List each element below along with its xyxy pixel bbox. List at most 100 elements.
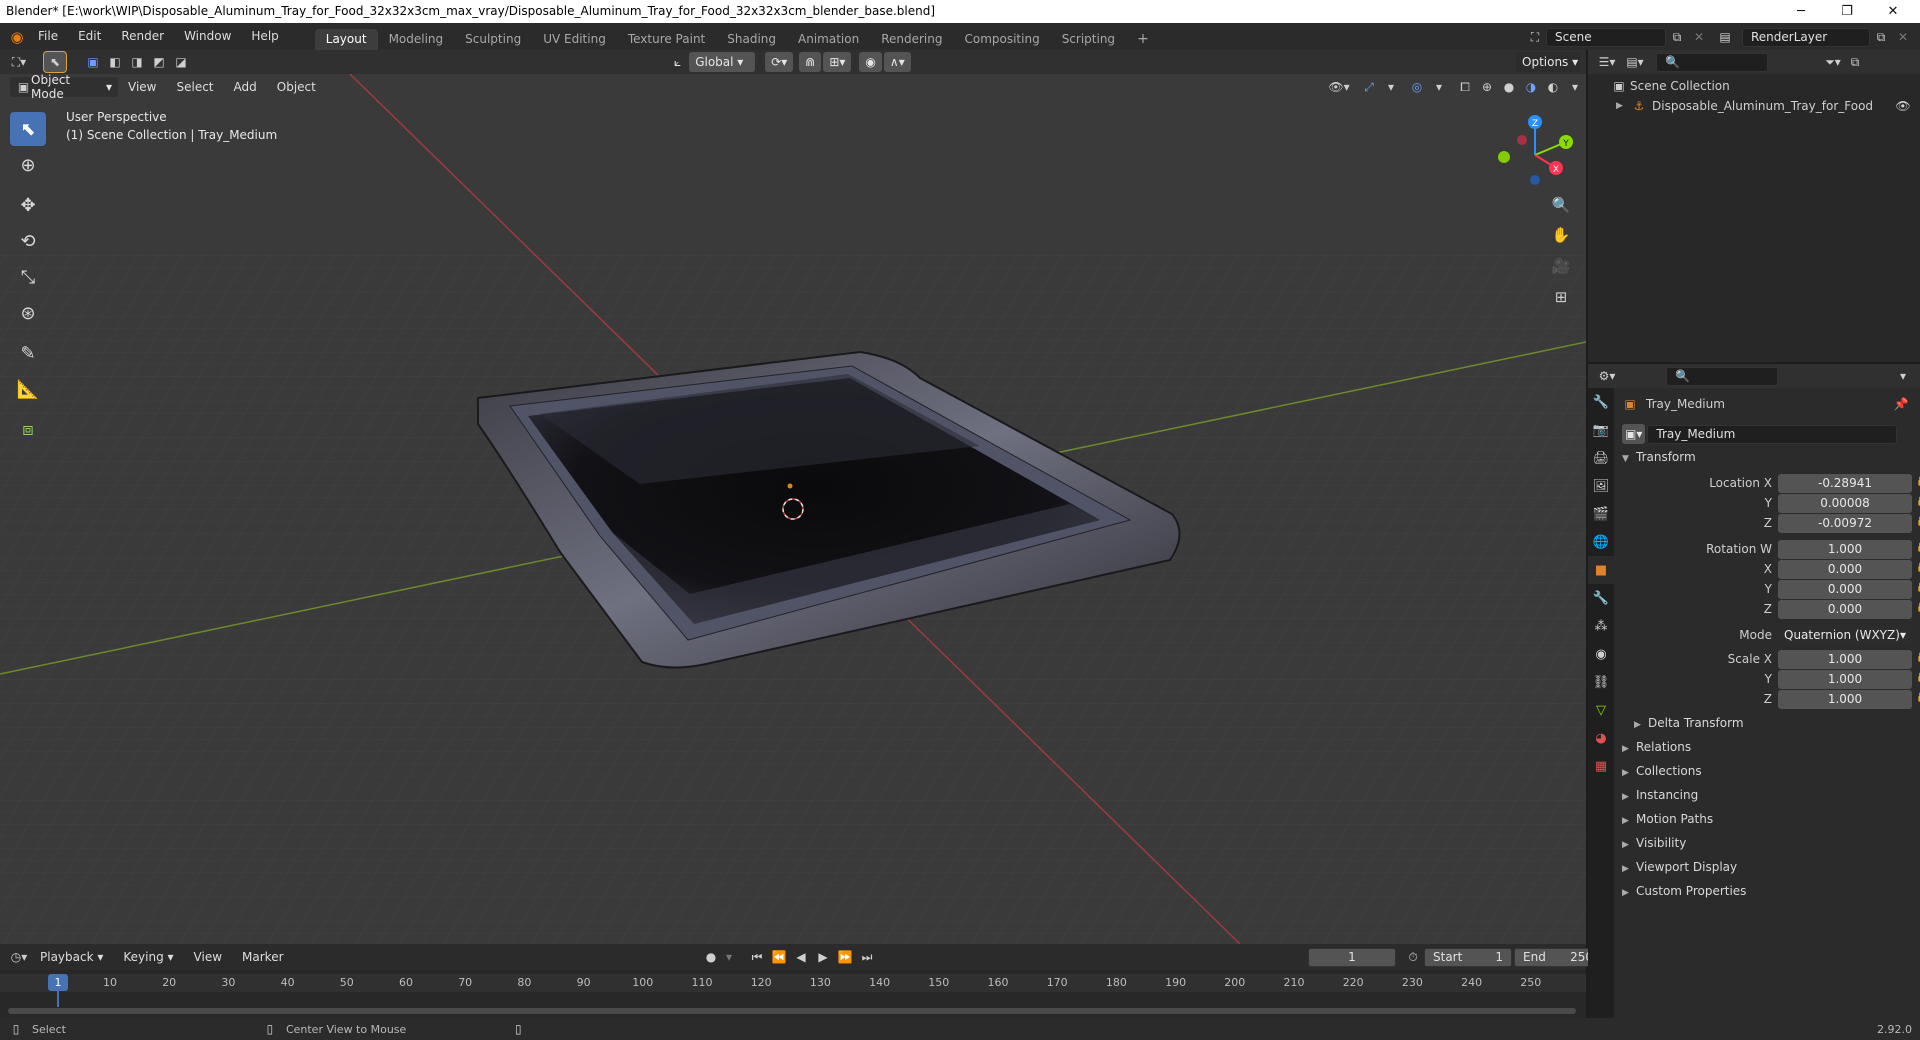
maximize-button[interactable]: ❐ — [1824, 0, 1870, 23]
xray-icon[interactable]: ⧠ — [1454, 77, 1476, 97]
tab-animation[interactable]: Animation — [787, 29, 870, 50]
rotation-z-field[interactable]: 0.000 — [1778, 600, 1912, 619]
transform-tool-icon[interactable]: ⊛ — [10, 296, 46, 330]
options-dropdown[interactable]: Options ▾ — [1516, 52, 1580, 72]
viewport-menu-view[interactable]: View — [118, 75, 166, 99]
lock-icon[interactable]: 🔓 — [1916, 497, 1920, 509]
shading-rendered-icon[interactable]: ◐ — [1542, 77, 1564, 97]
rotation-mode-dropdown[interactable]: Quaternion (WXYZ) ▾ — [1778, 626, 1912, 645]
minimize-button[interactable]: ─ — [1778, 0, 1824, 23]
render-tab-icon[interactable]: 📷 — [1588, 416, 1614, 444]
delta-transform-subpanel[interactable]: ▶ Delta Transform — [1634, 716, 1920, 736]
pin-icon[interactable]: 📌 — [1890, 394, 1912, 414]
snap-target-icon[interactable]: ⊞▾ — [823, 52, 852, 72]
properties-search-input[interactable]: 🔍 — [1666, 366, 1778, 386]
data-tab-icon[interactable]: ▽ — [1588, 696, 1614, 724]
visibility-panel-header[interactable]: ▶ Visibility — [1622, 836, 1916, 856]
viewport-menu-add[interactable]: Add — [224, 75, 267, 99]
jump-start-icon[interactable]: ⏮ — [746, 947, 768, 967]
lock-icon[interactable]: 🔓 — [1916, 673, 1920, 685]
select-extend-icon[interactable]: ◧ — [104, 52, 126, 72]
transform-orientation-dropdown[interactable]: Global ▾ — [689, 52, 756, 72]
select-invert-icon[interactable]: ◩ — [148, 52, 170, 72]
particles-tab-icon[interactable]: ⁂ — [1588, 612, 1614, 640]
properties-editor-icon[interactable]: ⚙▾ — [1596, 366, 1618, 386]
overlay-toggle-icon[interactable]: ◎ — [1406, 77, 1428, 97]
timeline-editor-icon[interactable]: ◷▾ — [8, 947, 30, 967]
scene-name-field[interactable]: Scene — [1546, 27, 1666, 47]
camera-view-icon[interactable]: 🎥 — [1548, 253, 1574, 279]
display-mode-icon[interactable]: ▤▾ — [1624, 52, 1646, 72]
timeline-body[interactable]: 10 20 30 40 50 60 70 80 90 100 110 120 130 140 150 160 1… — [0, 970, 1586, 1018]
texture-tab-icon[interactable]: ▦ — [1588, 752, 1614, 780]
snap-icon[interactable]: ⋒ — [799, 52, 822, 72]
world-tab-icon[interactable]: 🌐 — [1588, 528, 1614, 556]
menu-render[interactable]: Render — [111, 23, 174, 50]
jump-next-key-icon[interactable]: ⏩ — [834, 947, 856, 967]
view-layer-field[interactable]: RenderLayer — [1742, 27, 1870, 47]
jump-prev-key-icon[interactable]: ⏪ — [768, 947, 790, 967]
timeline-menu-marker[interactable]: Marker — [232, 944, 293, 970]
menu-edit[interactable]: Edit — [68, 23, 111, 50]
shading-dropdown-icon[interactable]: ▾ — [1564, 77, 1586, 97]
select-box-tool-icon[interactable]: ⬉ — [10, 112, 46, 146]
add-workspace-button[interactable]: + — [1126, 29, 1160, 50]
tab-compositing[interactable]: Compositing — [953, 29, 1050, 50]
select-box-mode-icon[interactable]: ▣ — [82, 52, 104, 72]
outliner-editor-icon[interactable]: ☰▾ — [1596, 52, 1618, 72]
constraints-tab-icon[interactable]: ⛓ — [1588, 668, 1614, 696]
motion-paths-panel-header[interactable]: ▶ Motion Paths — [1622, 812, 1916, 832]
lock-icon[interactable]: 🔓 — [1916, 477, 1920, 489]
scene-collection-row[interactable]: ▣ Scene Collection — [1588, 76, 1920, 96]
timeline-menu-view[interactable]: View — [184, 944, 232, 970]
rotation-w-field[interactable]: 1.000 — [1778, 540, 1912, 559]
shading-solid-icon[interactable]: ● — [1498, 77, 1520, 97]
view-layer-icon[interactable]: ▤ — [1714, 27, 1736, 47]
tab-texture-paint[interactable]: Texture Paint — [617, 29, 716, 50]
record-icon[interactable]: ● — [700, 947, 722, 967]
perspective-toggle-icon[interactable]: ⊞ — [1548, 284, 1574, 310]
outliner-search-input[interactable]: 🔍 — [1656, 52, 1768, 72]
object-mode-dropdown[interactable]: ▣ Object Mode ▾ — [10, 73, 118, 101]
tab-uv-editing[interactable]: UV Editing — [532, 29, 617, 50]
scene-tab-icon[interactable]: 🎬 — [1588, 500, 1614, 528]
proportional-edit-icon[interactable]: ◉ — [859, 52, 882, 72]
3d-viewport[interactable] — [0, 74, 1586, 944]
stopwatch-icon[interactable]: ⏱ — [1402, 947, 1424, 967]
scale-tool-icon[interactable]: ⤡ — [10, 260, 46, 294]
relations-panel-header[interactable]: ▶ Relations — [1622, 740, 1916, 760]
gizmo-neg-x-axis[interactable] — [1517, 135, 1527, 145]
output-tab-icon[interactable]: 🖨 — [1588, 444, 1614, 472]
location-x-field[interactable]: -0.28941 — [1778, 474, 1912, 493]
overlay-dropdown-icon[interactable]: ▾ — [1428, 77, 1450, 97]
scene-icon[interactable]: ⛶ — [1524, 27, 1546, 47]
navigation-gizmo[interactable]: Z Y X — [1490, 110, 1580, 200]
visibility-icon[interactable]: 👁▾ — [1328, 77, 1350, 97]
rotate-tool-icon[interactable]: ⟲ — [10, 224, 46, 258]
tab-modeling[interactable]: Modeling — [378, 29, 455, 50]
gizmo-neg-z-axis[interactable] — [1530, 175, 1540, 185]
shading-material-icon[interactable]: ◑ — [1520, 77, 1542, 97]
blender-logo-icon[interactable]: ◉ — [6, 27, 28, 47]
lock-icon[interactable]: 🔓 — [1916, 603, 1920, 615]
rotation-y-field[interactable]: 0.000 — [1778, 580, 1912, 599]
object-tab-icon[interactable]: ■ — [1588, 556, 1614, 584]
scale-z-field[interactable]: 1.000 — [1778, 690, 1912, 709]
viewport-menu-object[interactable]: Object — [267, 75, 326, 99]
start-frame-field[interactable]: Start 1 — [1424, 947, 1512, 967]
editor-type-icon[interactable]: ⛶▾ — [8, 52, 30, 72]
expand-arrow-icon[interactable]: ▶ — [1616, 101, 1630, 111]
properties-options-icon[interactable]: ▾ — [1892, 366, 1914, 386]
zoom-icon[interactable]: 🔍 — [1548, 192, 1574, 218]
tab-sculpting[interactable]: Sculpting — [454, 29, 532, 50]
viewport-canvas[interactable] — [0, 74, 1586, 944]
new-collection-icon[interactable]: ⧉ — [1844, 52, 1866, 72]
material-tab-icon[interactable]: ◕ — [1588, 724, 1614, 752]
pan-hand-icon[interactable]: ✋ — [1548, 222, 1574, 248]
location-y-field[interactable]: 0.00008 — [1778, 494, 1912, 513]
select-tool-icon[interactable]: ⬉ — [43, 51, 67, 73]
lock-icon[interactable]: 🔓 — [1916, 517, 1920, 529]
timeline-menu-keying[interactable]: Keying ▾ — [113, 944, 183, 970]
modifier-tab-icon[interactable]: 🔧 — [1588, 584, 1614, 612]
timeline-ruler[interactable]: 10 20 30 40 50 60 70 80 90 100 110 120 130 140 150 160 1… — [0, 974, 1586, 992]
